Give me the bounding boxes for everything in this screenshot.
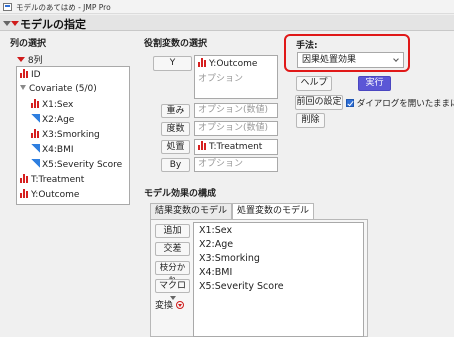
- help-button[interactable]: ヘルプ: [296, 76, 332, 91]
- effects-label: モデル効果の構成: [144, 189, 217, 199]
- freq-role-button[interactable]: 度数: [161, 122, 190, 136]
- ordinal-ramp-icon: [31, 159, 40, 168]
- y-role-field[interactable]: Y:Outcome オプション: [194, 55, 278, 99]
- macro-button[interactable]: マクロ: [155, 279, 190, 300]
- continuous-bar-icon: [20, 69, 29, 78]
- effects-list[interactable]: X1:Sex X2:Age X3:Smorking X4:BMI X5:Seve…: [193, 222, 364, 337]
- transform-menu[interactable]: 変換: [155, 298, 184, 311]
- list-item[interactable]: ID: [20, 69, 41, 82]
- by-role-field[interactable]: オプション: [194, 157, 278, 172]
- list-item-label: ID: [31, 70, 41, 80]
- tab-outcome-model[interactable]: 結果変数のモデル: [150, 203, 232, 219]
- list-item-label: Covariate (5/0): [29, 84, 97, 94]
- list-item[interactable]: Covariate (5/0): [20, 84, 97, 97]
- column-list[interactable]: ID Covariate (5/0) X1:Sex X2:Age X3:Smor…: [16, 66, 130, 205]
- list-item[interactable]: X1:Sex: [199, 225, 232, 238]
- list-item[interactable]: Y:Outcome: [20, 189, 79, 202]
- cross-button[interactable]: 交差: [155, 242, 190, 256]
- y-role-button[interactable]: Y: [153, 56, 192, 71]
- weight-role-button[interactable]: 重み: [161, 104, 190, 118]
- nest-button[interactable]: 枝分かれ: [155, 261, 190, 286]
- continuous-bar-icon: [20, 189, 29, 198]
- list-item-label: T:Treatment: [31, 175, 85, 185]
- effects-tabs: 結果変数のモデル 処置変数のモデル: [150, 203, 368, 220]
- window-title: モデルのあてはめ - JMP Pro: [16, 3, 111, 12]
- list-item[interactable]: T:Treatment: [20, 174, 84, 187]
- page-title: モデルの指定: [20, 18, 86, 31]
- method-label: 手法:: [296, 41, 318, 51]
- list-item-label: X5:Severity Score: [42, 160, 123, 170]
- list-item[interactable]: X4:BMI: [199, 267, 232, 280]
- red-triangle-menu-icon[interactable]: [17, 57, 25, 62]
- continuous-bar-icon: [31, 99, 40, 108]
- list-item-label: Y:Outcome: [31, 190, 80, 200]
- method-select[interactable]: 因果処置効果: [297, 52, 404, 68]
- by-role-button[interactable]: By: [161, 158, 190, 172]
- list-item-label: X1:Sex: [42, 100, 74, 110]
- keep-open-checkbox[interactable]: [346, 99, 354, 107]
- macro-button-label: マクロ: [158, 281, 186, 291]
- list-item[interactable]: X3:Smorking: [199, 253, 260, 266]
- keep-open-label: ダイアログを開いたままにする: [356, 99, 454, 109]
- freq-role-field[interactable]: オプション(数値): [194, 121, 278, 136]
- continuous-bar-icon: [20, 174, 29, 183]
- add-button[interactable]: 追加: [155, 224, 190, 238]
- group-disclosure-icon[interactable]: [20, 85, 26, 90]
- continuous-bar-icon: [198, 141, 207, 150]
- column-select-label: 列の選択: [10, 39, 47, 49]
- method-selected-value: 因果処置効果: [302, 55, 357, 65]
- ordinal-ramp-icon: [31, 114, 40, 123]
- y-role-value-label: Y:Outcome: [209, 59, 258, 69]
- red-triangle-menu-icon[interactable]: [11, 21, 19, 26]
- weight-role-field[interactable]: オプション(数値): [194, 103, 278, 118]
- run-button[interactable]: 実行: [358, 76, 391, 91]
- column-count-label: 8列: [27, 56, 43, 66]
- treatment-role-value: T:Treatment: [209, 142, 263, 152]
- treatment-role-button[interactable]: 処置: [161, 140, 190, 154]
- continuous-bar-icon: [198, 58, 207, 67]
- ordinal-ramp-icon: [31, 144, 40, 153]
- list-item[interactable]: X5:Severity Score: [31, 159, 122, 172]
- treatment-role-field[interactable]: T:Treatment: [194, 139, 278, 155]
- recall-button[interactable]: 前回の設定: [295, 95, 343, 110]
- tab-treatment-model[interactable]: 処置変数のモデル: [232, 203, 314, 220]
- chevron-down-icon: [393, 56, 399, 62]
- keep-open-option[interactable]: ダイアログを開いたままにする: [346, 97, 454, 109]
- y-role-value[interactable]: Y:Outcome: [198, 58, 257, 71]
- list-item[interactable]: X5:Severity Score: [199, 281, 284, 294]
- list-item[interactable]: X3:Smorking: [31, 129, 100, 142]
- list-item[interactable]: X1:Sex: [31, 99, 73, 112]
- list-item[interactable]: X2:Age: [199, 239, 233, 252]
- transform-label: 変換: [155, 301, 174, 311]
- list-item-label: X4:BMI: [42, 145, 74, 155]
- red-triangle-menu-icon[interactable]: [175, 301, 184, 309]
- outline-header: モデルの指定: [0, 15, 454, 31]
- list-item[interactable]: X2:Age: [31, 114, 74, 127]
- list-item-label: X2:Age: [42, 115, 75, 125]
- column-count[interactable]: 8列: [17, 53, 43, 66]
- roles-label: 役割変数の選択: [144, 39, 208, 49]
- window-title-bar: モデルのあてはめ - JMP Pro: [0, 0, 454, 14]
- continuous-bar-icon: [31, 129, 40, 138]
- remove-button[interactable]: 削除: [296, 113, 325, 128]
- disclosure-triangle-icon[interactable]: [3, 21, 11, 26]
- y-role-option: オプション: [198, 74, 244, 84]
- jmp-app-icon: [3, 3, 12, 11]
- list-item[interactable]: X4:BMI: [31, 144, 74, 157]
- list-item-label: X3:Smorking: [42, 130, 100, 140]
